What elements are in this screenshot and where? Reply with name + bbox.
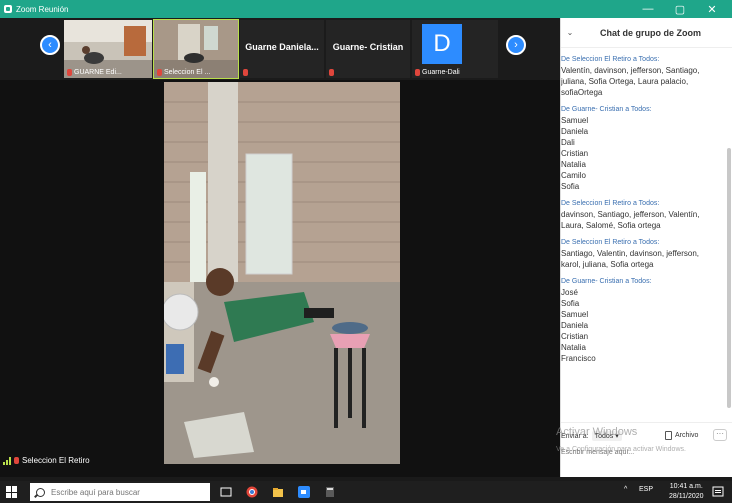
message-sender: De Guarne- Cristian a Todos: xyxy=(561,278,652,285)
mic-muted-icon xyxy=(243,69,248,76)
gallery-strip: ‹ GUARNE Edi... Seleccion El ... Guarne … xyxy=(0,18,560,80)
thumbnail-label xyxy=(329,69,336,76)
message-line: karol, juliana, Sofia ortega xyxy=(561,260,654,269)
close-button[interactable]: ✕ xyxy=(698,0,726,18)
message-line: Sofia xyxy=(561,182,580,191)
participant-name: Guarne Daniela... xyxy=(245,42,319,52)
file-label: Archivo xyxy=(675,432,699,439)
thumbnail-guarne-dali[interactable]: D Guarne-Dali xyxy=(412,20,498,78)
message-line: Valentín, davinson, jefferson, Santiago, xyxy=(561,66,700,75)
message-line: Dali xyxy=(561,138,575,147)
taskbar-clock[interactable]: 10:41 a.m. 28/11/2020 xyxy=(669,482,704,502)
next-page-icon[interactable]: › xyxy=(506,35,526,55)
window-title: Zoom Reunión xyxy=(16,4,69,14)
message-line: Sofia xyxy=(561,299,580,308)
avatar: D xyxy=(422,24,462,64)
chat-message: De Seleccion El Retiro a Todos: davinson… xyxy=(561,200,727,231)
zoom-meeting-window: Zoom Reunión — ▢ ✕ ‹ GUARNE Edi... Selec… xyxy=(0,0,732,503)
message-line: davinson, Santiago, jefferson, Valentín, xyxy=(561,210,700,219)
message-line: Daniela xyxy=(561,321,589,330)
taskbar-search[interactable] xyxy=(30,483,210,501)
mic-muted-icon xyxy=(67,69,72,76)
language-indicator[interactable]: ESP xyxy=(639,486,653,493)
search-icon xyxy=(36,487,45,497)
thumbnail-label xyxy=(243,69,250,76)
signal-strength-icon xyxy=(3,456,11,465)
thumbnail-label: Seleccion El ... xyxy=(157,69,210,76)
calculator-icon[interactable] xyxy=(324,486,336,498)
thumbnail-guarne-cristian[interactable]: Guarne- Cristian xyxy=(326,20,410,78)
activation-watermark: Activar Windows xyxy=(556,426,638,438)
message-line: juliana, Sofia Ortega, Laura palacio, xyxy=(561,77,689,86)
participant-name: Guarne- Cristian xyxy=(332,42,404,52)
zoom-taskbar-icon[interactable] xyxy=(298,486,310,498)
chat-messages: De Seleccion El Retiro a Todos: Valentín… xyxy=(561,50,727,420)
video-area: ‹ GUARNE Edi... Seleccion El ... Guarne … xyxy=(0,18,560,477)
message-line: Natalia xyxy=(561,343,586,352)
chat-scrollbar[interactable] xyxy=(727,148,731,408)
chat-message: De Guarne- Cristian a Todos: José Sofia … xyxy=(561,278,727,364)
minimize-button[interactable]: — xyxy=(634,0,662,18)
message-sender: De Seleccion El Retiro a Todos: xyxy=(561,239,660,246)
previous-page-icon[interactable]: ‹ xyxy=(40,35,60,55)
windows-start-icon[interactable] xyxy=(6,486,18,498)
tray-chevron-icon[interactable]: ^ xyxy=(624,486,627,493)
thumbnail-seleccion-el-retiro[interactable]: Seleccion El ... xyxy=(153,19,239,79)
message-line: Natalia xyxy=(561,160,586,169)
thumbnail-label: Guarne-Dali xyxy=(415,69,460,76)
message-line: Francisco xyxy=(561,354,596,363)
mic-muted-icon xyxy=(329,69,334,76)
notifications-icon[interactable] xyxy=(712,486,724,498)
mic-muted-icon xyxy=(157,69,162,76)
chat-message: De Seleccion El Retiro a Todos: Valentín… xyxy=(561,56,727,98)
message-line: Samuel xyxy=(561,116,589,125)
mic-muted-icon xyxy=(14,457,19,464)
windows-taskbar: ^ ESP 10:41 a.m. 28/11/2020 xyxy=(0,481,732,503)
more-options-button[interactable]: ··· xyxy=(713,429,727,441)
thumbnail-guarne-edi[interactable]: GUARNE Edi... xyxy=(64,20,152,78)
message-line: Camilo xyxy=(561,171,586,180)
clock-time: 10:41 a.m. xyxy=(669,483,703,490)
message-line: Daniela xyxy=(561,127,589,136)
task-view-icon[interactable] xyxy=(220,486,232,498)
chat-message: De Guarne- Cristian a Todos: Samuel Dani… xyxy=(561,106,727,192)
chrome-icon[interactable] xyxy=(246,486,258,498)
message-line: Santiago, Valentin, davinson, jefferson, xyxy=(561,249,700,258)
file-icon xyxy=(665,431,672,440)
message-line: Laura, Salomé, Sofia ortega xyxy=(561,221,661,230)
taskbar-search-input[interactable] xyxy=(51,487,201,497)
file-explorer-icon[interactable] xyxy=(272,486,284,498)
chat-header: ⌄ Chat de grupo de Zoom xyxy=(561,18,732,48)
message-line: Samuel xyxy=(561,310,589,319)
file-button[interactable]: Archivo xyxy=(665,431,698,440)
title-bar: Zoom Reunión — ▢ ✕ xyxy=(0,0,732,18)
activation-watermark-subtext: Ve a Configuración para activar Windows. xyxy=(556,446,686,453)
message-sender: De Guarne- Cristian a Todos: xyxy=(561,106,652,113)
active-speaker-video xyxy=(164,82,400,464)
clock-date: 28/11/2020 xyxy=(669,493,704,500)
speaker-name-label: Seleccion El Retiro xyxy=(3,456,90,465)
chat-panel: ⌄ Chat de grupo de Zoom De Seleccion El … xyxy=(560,18,732,477)
thumbnail-guarne-daniela[interactable]: Guarne Daniela... xyxy=(240,20,324,78)
chat-message: De Seleccion El Retiro a Todos: Santiago… xyxy=(561,239,727,270)
chevron-down-icon[interactable]: ⌄ xyxy=(561,28,579,37)
message-sender: De Seleccion El Retiro a Todos: xyxy=(561,200,660,207)
chat-title: Chat de grupo de Zoom xyxy=(600,27,701,38)
message-line: Cristian xyxy=(561,332,589,341)
maximize-button[interactable]: ▢ xyxy=(666,0,694,18)
message-line: Cristian xyxy=(561,149,589,158)
zoom-app-icon xyxy=(4,5,12,13)
mic-muted-icon xyxy=(415,69,420,76)
speaker-video-scene xyxy=(164,82,400,464)
message-line: sofiaOrtega xyxy=(561,88,603,97)
thumbnail-label: GUARNE Edi... xyxy=(67,69,122,76)
message-sender: De Seleccion El Retiro a Todos: xyxy=(561,56,660,63)
message-line: José xyxy=(561,288,578,297)
